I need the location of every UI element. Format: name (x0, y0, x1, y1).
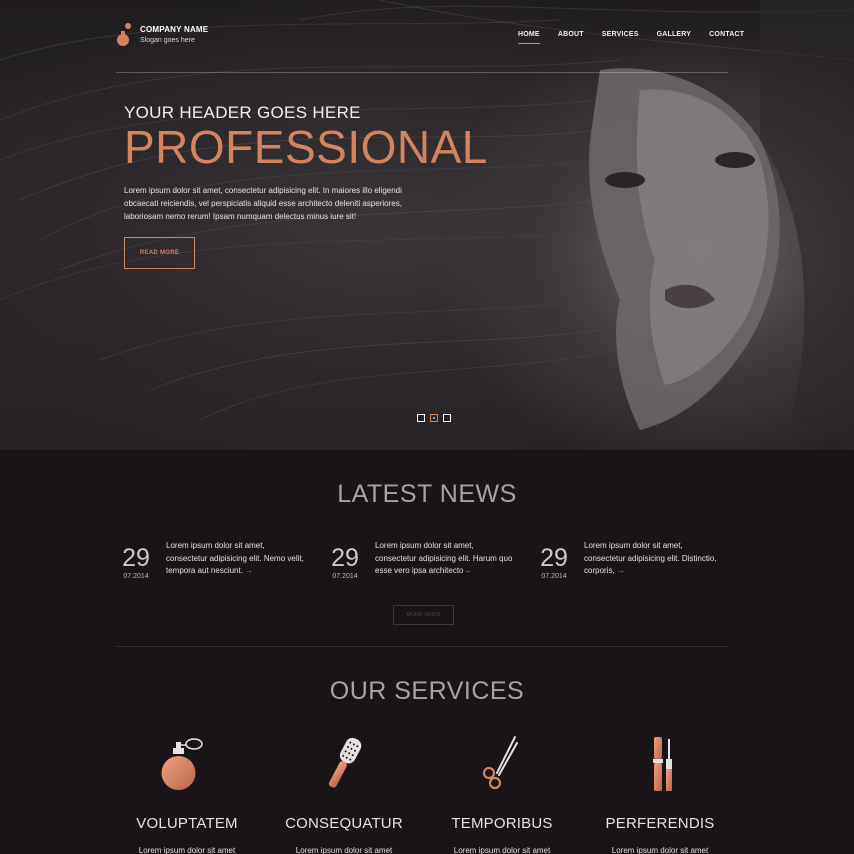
slide-dot-3[interactable] (443, 414, 451, 422)
service-text-2: Lorem ipsum dolor sit amet (295, 846, 393, 854)
company-slogan: Slogan goes here (140, 37, 195, 44)
news-item-1: 29 07.2014 Lorem ipsum dolor sit amet, c… (116, 540, 316, 590)
our-services-heading: OUR SERVICES (329, 677, 525, 705)
company-name: COMPANY NAME (140, 25, 209, 34)
service-card-1[interactable] (103, 733, 263, 793)
news-day: 29 (122, 544, 150, 572)
perfume-logo-icon (117, 23, 131, 46)
nav-contact[interactable]: CONTACT (709, 31, 744, 38)
nav-gallery[interactable]: GALLERY (657, 31, 692, 38)
hero-banner: COMPANY NAME Slogan goes here HOME ABOUT… (0, 0, 854, 450)
news-text-body: Lorem ipsum dolor sit amet, consectetur … (166, 541, 304, 575)
hero-description: Lorem ipsum dolor sit amet, consectetur … (124, 186, 402, 221)
service-text-1: Lorem ipsum dolor sit amet (138, 846, 236, 854)
service-name-1: VOLUPTATEM (136, 815, 238, 832)
header-divider (116, 72, 728, 73)
service-card-3[interactable] (423, 733, 583, 793)
news-text: Lorem ipsum dolor sit amet, consectetur … (584, 540, 724, 578)
arrow-right-icon[interactable]: → (617, 566, 625, 575)
news-day: 29 (540, 544, 568, 572)
hair-brush-icon (328, 737, 362, 788)
hero-model-image (589, 0, 854, 450)
news-day: 29 (331, 544, 359, 572)
mascara-icon (653, 737, 672, 791)
service-text-4: Lorem ipsum dolor sit amet (611, 846, 709, 854)
read-more-button[interactable]: READ MORE (124, 237, 195, 269)
arrow-right-icon[interactable]: → (245, 566, 253, 575)
news-text: Lorem ipsum dolor sit amet, consectetur … (375, 540, 515, 578)
scissors-icon (482, 736, 518, 790)
main-nav: HOME ABOUT SERVICES GALLERY CONTACT (518, 31, 762, 44)
news-date: 07.2014 (332, 573, 358, 580)
latest-news-heading: LATEST NEWS (337, 480, 517, 508)
news-text-body: Lorem ipsum dolor sit amet, consectetur … (584, 541, 717, 575)
slide-dot-2[interactable] (430, 414, 438, 422)
service-name-4: PERFERENDIS (605, 815, 715, 832)
more-news-button[interactable]: MORE NEWS (393, 605, 454, 625)
hero-title: PROFESSIONAL (124, 121, 488, 173)
slider-pagination (417, 414, 456, 422)
perfume-bottle-icon (161, 738, 203, 790)
service-card-4[interactable] (582, 733, 742, 793)
news-text-body: Lorem ipsum dolor sit amet, consectetur … (375, 541, 513, 575)
news-item-3: 29 07.2014 Lorem ipsum dolor sit amet, c… (534, 540, 734, 590)
slide-dot-1[interactable] (417, 414, 425, 422)
arrow-right-icon[interactable]: → (464, 566, 472, 575)
nav-about[interactable]: ABOUT (558, 31, 584, 38)
brand-logo[interactable]: COMPANY NAME Slogan goes here (116, 22, 208, 48)
service-card-2[interactable] (264, 733, 424, 793)
service-name-2: CONSEQUATUR (285, 815, 403, 832)
news-date: 07.2014 (123, 573, 149, 580)
service-name-3: TEMPORIBUS (451, 815, 553, 832)
news-date: 07.2014 (541, 573, 567, 580)
nav-home[interactable]: HOME (518, 31, 540, 44)
section-divider (116, 646, 728, 647)
news-text: Lorem ipsum dolor sit amet, consectetur … (166, 540, 306, 578)
news-item-2: 29 07.2014 Lorem ipsum dolor sit amet, c… (325, 540, 525, 590)
service-text-3: Lorem ipsum dolor sit amet (453, 846, 551, 854)
nav-services[interactable]: SERVICES (602, 31, 639, 38)
